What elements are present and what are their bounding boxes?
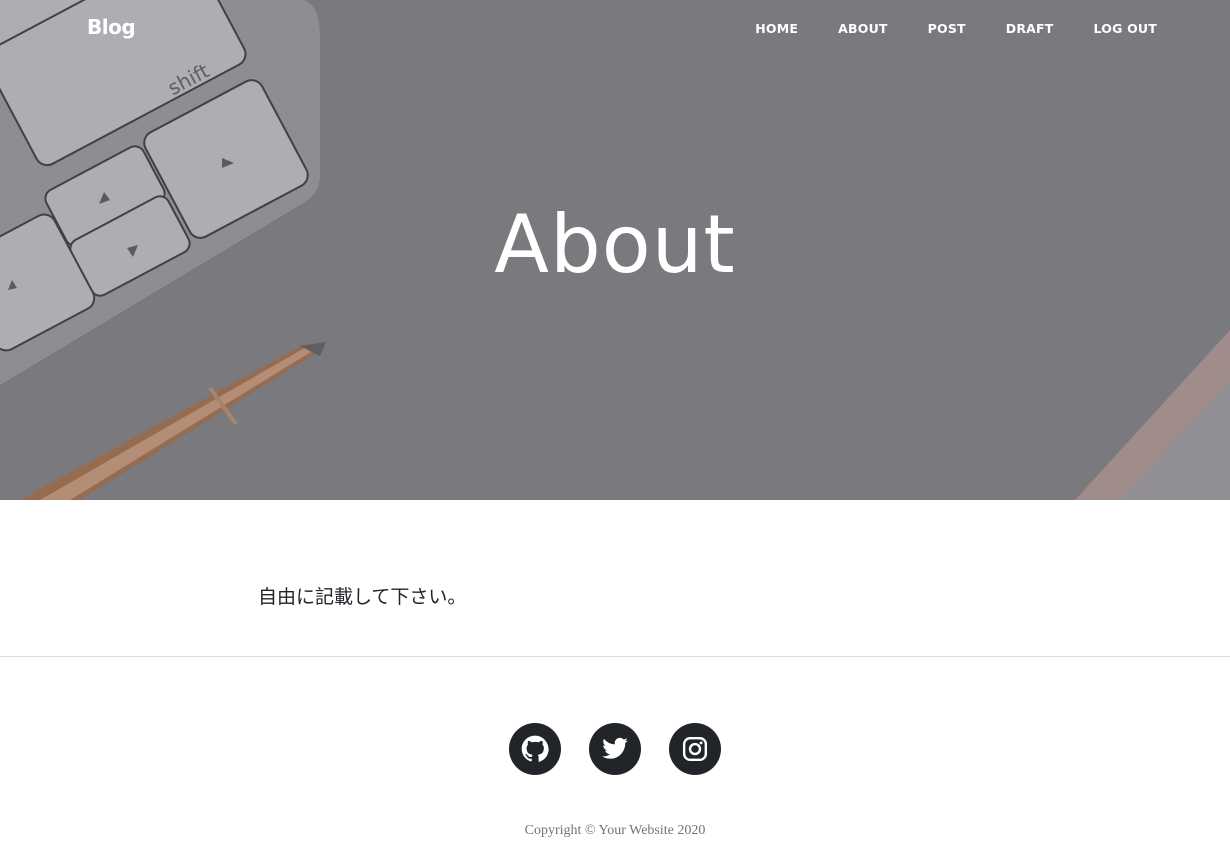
nav-home[interactable]: HOME: [735, 21, 818, 36]
footer: Copyright © Your Website 2020: [0, 657, 1230, 851]
nav-logout[interactable]: LOG OUT: [1074, 21, 1157, 36]
main-nav: HOME ABOUT POST DRAFT LOG OUT: [735, 21, 1157, 36]
nav-post[interactable]: POST: [908, 21, 986, 36]
masthead: shift Blog HOME ABOUT POST DRAFT LOG OUT…: [0, 0, 1230, 500]
instagram-link[interactable]: [669, 723, 721, 775]
github-link[interactable]: [509, 723, 561, 775]
twitter-icon: [602, 737, 628, 759]
instagram-icon: [682, 736, 708, 762]
main-content: 自由に記載して下さい。: [0, 500, 1230, 656]
nav-about[interactable]: ABOUT: [818, 21, 908, 36]
page-title: About: [494, 198, 736, 291]
body-text: 自由に記載して下さい。: [258, 586, 467, 608]
github-icon: [521, 735, 549, 762]
twitter-link[interactable]: [589, 723, 641, 775]
copyright-text: Copyright © Your Website 2020: [524, 823, 706, 838]
nav-draft[interactable]: DRAFT: [986, 21, 1074, 36]
brand-logo-link[interactable]: Blog: [87, 15, 136, 39]
social-links: [0, 723, 1230, 775]
